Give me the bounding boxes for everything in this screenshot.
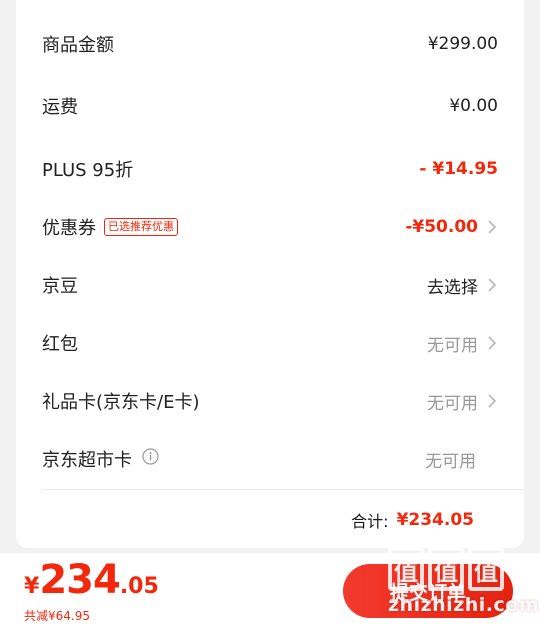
row-coupon[interactable]: 优惠券 已选推荐优惠 -¥50.00 — [42, 198, 498, 256]
chevron-right-icon — [482, 394, 498, 408]
red-packet-value-wrap[interactable]: 无可用 — [427, 331, 498, 356]
divider — [42, 489, 524, 490]
supermarket-card-label: 京东超市卡 — [42, 450, 132, 471]
supermarket-card-label-wrap: 京东超市卡 — [42, 446, 159, 472]
red-packet-value: 无可用 — [427, 335, 478, 356]
price-integer: 234 — [39, 557, 120, 603]
coupon-label-wrap: 优惠券 已选推荐优惠 — [42, 214, 178, 240]
goods-amount-label: 商品金额 — [42, 35, 114, 56]
gift-card-value-wrap[interactable]: 无可用 — [427, 389, 498, 414]
coupon-value-wrap[interactable]: -¥50.00 — [405, 217, 498, 237]
total-row: 合计: ¥234.05 — [351, 500, 474, 540]
row-goods-amount: 商品金额 ¥299.00 — [42, 15, 498, 73]
row-jingdou[interactable]: 京豆 去选择 — [42, 256, 498, 314]
row-red-packet[interactable]: 红包 无可用 — [42, 314, 498, 372]
row-plus-discount: PLUS 95折 - ¥14.95 — [42, 140, 498, 198]
final-price: ¥ 234 .05 — [24, 557, 159, 603]
row-gift-card[interactable]: 礼品卡(京东卡/E卡) 无可用 — [42, 372, 498, 430]
supermarket-card-value: 无可用 — [425, 451, 476, 472]
price-detail-card: 商品金额 ¥299.00 运费 ¥0.00 PLUS 95折 - ¥14.95 … — [16, 0, 524, 548]
total-label: 合计: — [351, 512, 389, 531]
chevron-right-icon — [482, 278, 498, 292]
coupon-label: 优惠券 — [42, 218, 96, 239]
chevron-right-icon — [482, 336, 498, 350]
row-supermarket-card: 京东超市卡 无可用 — [42, 430, 498, 488]
shipping-value: ¥0.00 — [449, 96, 498, 116]
total-value: ¥234.05 — [396, 510, 474, 530]
gift-card-label: 礼品卡(京东卡/E卡) — [42, 392, 200, 413]
goods-amount-value: ¥299.00 — [427, 34, 498, 54]
coupon-value: -¥50.00 — [405, 217, 478, 237]
price-currency: ¥ — [24, 574, 40, 599]
submit-order-button[interactable]: 提交订单 — [343, 564, 513, 618]
red-packet-label: 红包 — [42, 334, 78, 355]
bottom-action-bar: ¥ 234 .05 共减¥64.95 提交订单 — [0, 553, 540, 629]
price-decimal: .05 — [119, 574, 159, 599]
jingdou-value-wrap[interactable]: 去选择 — [427, 273, 498, 298]
plus-discount-value: - ¥14.95 — [419, 159, 498, 179]
chevron-right-icon — [482, 220, 498, 234]
row-shipping: 运费 ¥0.00 — [42, 77, 498, 135]
gift-card-value: 无可用 — [427, 393, 478, 414]
total-saved-text: 共减¥64.95 — [24, 609, 90, 623]
recommended-coupon-badge: 已选推荐优惠 — [104, 218, 178, 236]
jingdou-value: 去选择 — [427, 277, 478, 298]
jingdou-label: 京豆 — [42, 276, 78, 297]
shipping-label: 运费 — [42, 97, 78, 118]
plus-discount-label: PLUS 95折 — [42, 160, 134, 181]
info-icon[interactable] — [142, 448, 159, 470]
